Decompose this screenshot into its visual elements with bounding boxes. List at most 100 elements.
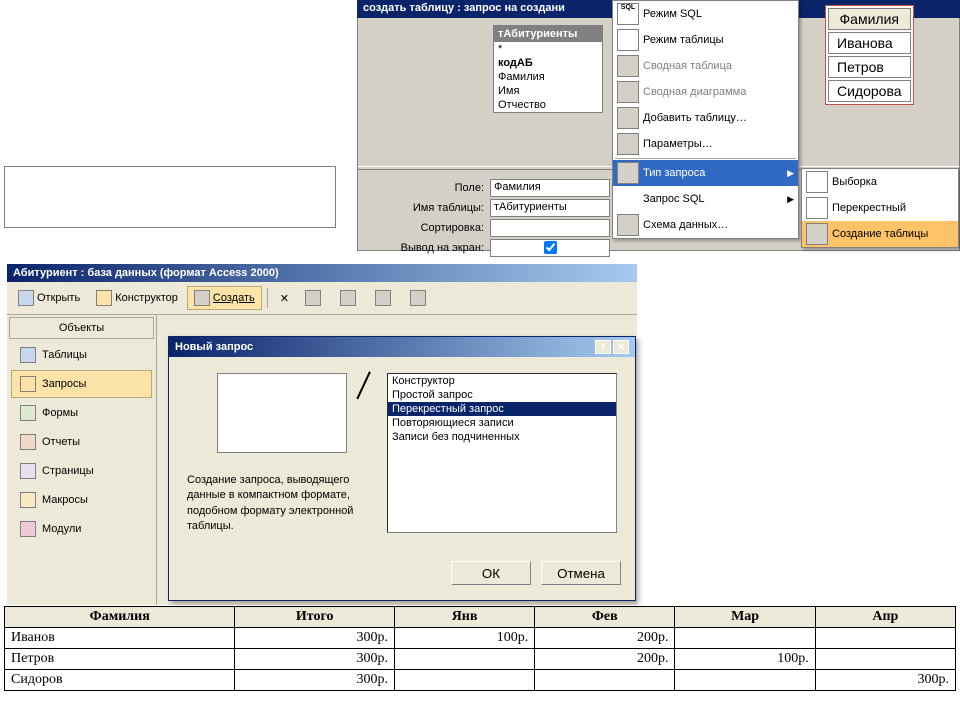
list-item[interactable]: Перекрестный запрос xyxy=(388,402,616,416)
cell: 200р. xyxy=(535,628,675,649)
sidebar-item-modules[interactable]: Модули xyxy=(11,515,152,543)
wizard-preview-icon xyxy=(217,373,347,453)
grid-cell-sort[interactable] xyxy=(490,219,610,237)
submenu-arrow-icon: ▶ xyxy=(787,194,794,205)
sidebar-label: Модули xyxy=(42,523,81,535)
grid-cell-table[interactable]: тАбитуриенты xyxy=(490,199,610,217)
sidebar-label: Запросы xyxy=(42,378,86,390)
sidebar-label: Страницы xyxy=(42,465,94,477)
create-button[interactable]: Создать xyxy=(187,286,262,310)
ok-button[interactable]: ОК xyxy=(451,561,531,585)
query-type-list[interactable]: Конструктор Простой запрос Перекрестный … xyxy=(387,373,617,533)
result-cell: Иванова xyxy=(828,32,911,54)
field-list[interactable]: тАбитуриенты * кодАБ Фамилия Имя Отчеств… xyxy=(493,25,603,113)
field-list-item[interactable]: Имя xyxy=(494,84,602,98)
ctx-label: Запрос SQL xyxy=(643,193,705,205)
view-details[interactable] xyxy=(403,286,436,310)
new-query-dialog: Новый запрос ? ✕ Создание запроса, вывод… xyxy=(168,336,636,601)
ctx-relationships[interactable]: Схема данных… xyxy=(613,212,798,238)
list-item[interactable]: Повторяющиеся записи xyxy=(388,416,616,430)
close-button[interactable]: ✕ xyxy=(613,340,629,354)
ctx-query-type[interactable]: Тип запроса▶ xyxy=(613,160,798,186)
field-list-item[interactable]: кодАБ xyxy=(494,56,602,70)
ctx-label: Схема данных… xyxy=(643,219,728,231)
view-large-icons[interactable] xyxy=(298,286,331,310)
sub-label: Перекрестный xyxy=(832,202,906,214)
page-icon xyxy=(20,463,36,479)
small-icons-icon xyxy=(340,290,356,306)
objects-sidebar: Объекты Таблицы Запросы Формы Отчеты Стр… xyxy=(7,315,157,605)
ctx-parameters[interactable]: Параметры… xyxy=(613,131,798,157)
cell xyxy=(815,628,955,649)
design-button[interactable]: Конструктор xyxy=(89,286,185,310)
result-preview-table: Фамилия Иванова Петров Сидорова xyxy=(825,5,914,105)
select-icon xyxy=(806,171,828,193)
ctx-label: Сводная таблица xyxy=(643,60,732,72)
btn-label: Конструктор xyxy=(115,292,178,304)
dialog-title: Новый запрос xyxy=(175,341,253,353)
col-header: Итого xyxy=(235,607,394,628)
module-icon xyxy=(20,521,36,537)
sidebar-label: Формы xyxy=(42,407,78,419)
context-menu[interactable]: SQL Режим SQL Режим таблицы Сводная табли… xyxy=(612,0,799,239)
ctx-sql-query[interactable]: Запрос SQL ▶ xyxy=(613,186,798,212)
cell xyxy=(394,670,534,691)
sidebar-item-tables[interactable]: Таблицы xyxy=(11,341,152,369)
delete-button[interactable]: ✕ xyxy=(273,288,296,309)
ctx-sql-view[interactable]: SQL Режим SQL xyxy=(613,1,798,27)
ctx-label: Режим таблицы xyxy=(643,34,724,46)
grid-label-field: Поле: xyxy=(378,182,488,194)
sub-select-query[interactable]: Выборка xyxy=(802,169,958,195)
field-list-item[interactable]: * xyxy=(494,42,602,56)
table-header-row: Фамилия Итого Янв Фев Мар Апр xyxy=(5,607,956,628)
help-button[interactable]: ? xyxy=(595,340,611,354)
ctx-datasheet-view[interactable]: Режим таблицы xyxy=(613,27,798,53)
field-list-header: тАбитуриенты xyxy=(494,26,602,42)
cell xyxy=(675,628,815,649)
dialog-titlebar: Новый запрос ? ✕ xyxy=(169,337,635,357)
table-row: Петров 300р. 200р. 100р. xyxy=(5,649,956,670)
cancel-button[interactable]: Отмена xyxy=(541,561,621,585)
grid-cell-field[interactable]: Фамилия xyxy=(490,179,610,197)
form-icon xyxy=(20,405,36,421)
ctx-label: Сводная диаграмма xyxy=(643,86,746,98)
open-button[interactable]: Открыть xyxy=(11,286,87,310)
sub-make-table-query[interactable]: Создание таблицы xyxy=(802,221,958,247)
menu-separator xyxy=(615,158,796,159)
list-item[interactable]: Конструктор xyxy=(388,374,616,388)
macro-icon xyxy=(20,492,36,508)
sub-crosstab-query[interactable]: Перекрестный xyxy=(802,195,958,221)
query-icon xyxy=(20,376,36,392)
params-icon xyxy=(617,133,639,155)
field-list-item[interactable]: Фамилия xyxy=(494,70,602,84)
btn-label: Создать xyxy=(213,292,255,304)
sql-icon: SQL xyxy=(617,3,639,25)
list-icon xyxy=(375,290,391,306)
sidebar-label: Отчеты xyxy=(42,436,80,448)
query-type-submenu[interactable]: Выборка Перекрестный Создание таблицы xyxy=(801,168,959,248)
sidebar-item-pages[interactable]: Страницы xyxy=(11,457,152,485)
pivot-icon xyxy=(617,55,639,77)
sidebar-item-macros[interactable]: Макросы xyxy=(11,486,152,514)
ctx-label: Режим SQL xyxy=(643,8,702,20)
output-checkbox[interactable] xyxy=(544,241,557,254)
view-list[interactable] xyxy=(368,286,401,310)
field-list-item[interactable]: Отчество xyxy=(494,98,602,112)
delete-icon: ✕ xyxy=(280,292,289,305)
sidebar-item-reports[interactable]: Отчеты xyxy=(11,428,152,456)
btn-label: Открыть xyxy=(37,292,80,304)
list-item[interactable]: Записи без подчиненных xyxy=(388,430,616,444)
list-item[interactable]: Простой запрос xyxy=(388,388,616,402)
col-header: Янв xyxy=(394,607,534,628)
col-header: Мар xyxy=(675,607,815,628)
ctx-add-table[interactable]: Добавить таблицу… xyxy=(613,105,798,131)
cell xyxy=(675,670,815,691)
view-small-icons[interactable] xyxy=(333,286,366,310)
sidebar-item-queries[interactable]: Запросы xyxy=(11,370,152,398)
sidebar-item-forms[interactable]: Формы xyxy=(11,399,152,427)
cell: 300р. xyxy=(235,670,394,691)
grid-cell-output[interactable] xyxy=(490,239,610,257)
schema-icon xyxy=(617,214,639,236)
report-icon xyxy=(20,434,36,450)
add-table-icon xyxy=(617,107,639,129)
